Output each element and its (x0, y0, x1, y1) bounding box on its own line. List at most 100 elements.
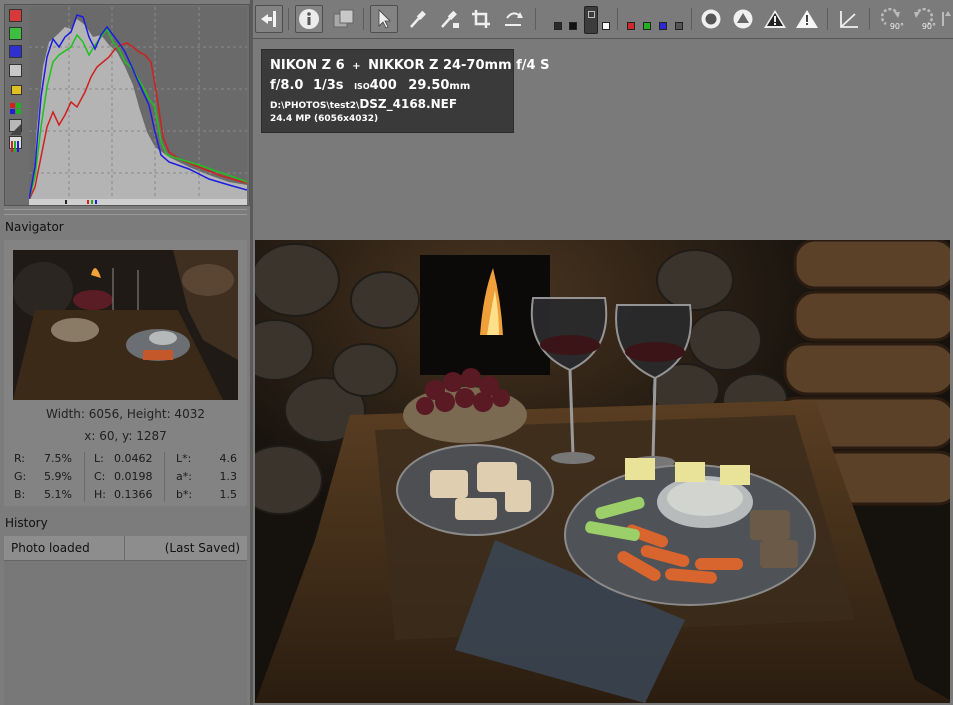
megapixels: 24.4 MP (6056x4032) (270, 114, 379, 124)
r-label: R: (14, 452, 26, 465)
astar-label: a*: (176, 470, 192, 483)
info-toggle-button[interactable] (295, 5, 323, 33)
rotate-right-button[interactable]: 90° (909, 5, 937, 33)
gradient-icon (10, 124, 21, 135)
history-row[interactable]: Photo loaded (Last Saved) (4, 536, 247, 561)
pointer-icon (378, 9, 391, 29)
r-value: 7.5% (44, 452, 72, 465)
navigator-thumbnail[interactable] (13, 250, 238, 400)
raw-histogram-toggle[interactable] (9, 100, 22, 114)
red-channel-toggle[interactable] (9, 9, 22, 22)
toolbar-separator (691, 8, 692, 30)
toolbar-separator (617, 8, 618, 30)
camera-model: NIKON Z 6 (270, 58, 345, 73)
angle-icon (840, 11, 858, 28)
histogram-graph (29, 7, 247, 200)
preview-area[interactable]: NIKON Z 6 + NIKKOR Z 24-70mm f/4 S f/8.0… (253, 39, 953, 705)
straighten-tool-button[interactable] (499, 5, 527, 33)
g-label: G: (14, 470, 27, 483)
toolbar-separator (869, 8, 870, 30)
g-value: 5.9% (44, 470, 72, 483)
highlight-clip-warning-button[interactable] (793, 5, 821, 33)
green-channel-toggle[interactable] (9, 27, 22, 40)
h-value: 0.1366 (114, 488, 153, 501)
focus-mask-button[interactable] (697, 5, 725, 33)
background-grey-swatch[interactable] (584, 6, 598, 34)
toolbar-separator (535, 8, 536, 30)
b-label: B: (14, 488, 26, 501)
history-column-divider (124, 536, 125, 560)
preview-luminance[interactable] (675, 22, 683, 30)
photo-preview[interactable] (255, 240, 950, 703)
bar-display-toggle[interactable] (9, 119, 22, 135)
blue-channel-toggle[interactable] (9, 45, 22, 58)
toolbar-separator (363, 8, 364, 30)
before-after-button[interactable] (329, 5, 357, 33)
column-divider (84, 452, 85, 502)
l-label: L: (94, 452, 104, 465)
focal-unit: mm (449, 81, 471, 92)
shadow-warning-icon (764, 10, 786, 28)
white-balance-picker-button[interactable] (403, 5, 431, 33)
hide-left-panel-button[interactable] (255, 5, 283, 33)
c-value: 0.0198 (114, 470, 153, 483)
highlight-warning-icon (796, 10, 818, 28)
hand-tool-button[interactable] (370, 5, 398, 33)
shadow-clip-warning-button[interactable] (761, 5, 789, 33)
crop-icon (472, 10, 490, 28)
image-dimensions: Width: 6056, Height: 4032 (46, 407, 205, 421)
info-icon (299, 9, 319, 29)
background-black-swatch[interactable] (554, 22, 562, 30)
false-color-icon (733, 9, 753, 29)
file-path: D:\PHOTOS\test2\ (270, 101, 360, 111)
shutter-speed: 1/3s (312, 78, 344, 93)
history-action: Photo loaded (11, 541, 90, 555)
history-panel: Photo loaded (Last Saved) (4, 536, 247, 705)
history-title: History (5, 516, 48, 530)
lens-model: NIKKOR Z 24-70mm f/4 S (368, 58, 550, 73)
histogram-panel (4, 4, 250, 206)
luminance-toggle[interactable] (9, 64, 22, 77)
flip-button[interactable] (941, 5, 953, 33)
straighten-icon (505, 12, 523, 26)
left-panel: Navigator Width: 6056, Height: 4032 x: 6… (0, 0, 251, 705)
raw-icon (10, 103, 21, 114)
rotate-left-button[interactable]: 90° (877, 5, 905, 33)
aperture: f/8.0 (270, 78, 304, 93)
plus-sign: + (352, 61, 361, 72)
bstar-value: 1.5 (219, 488, 238, 501)
preview-red-channel[interactable] (627, 22, 635, 30)
eyedropper-icon (410, 10, 426, 28)
navigator-panel: Width: 6056, Height: 4032 x: 60, y: 1287… (4, 240, 247, 506)
toolbar: 90° 90° (253, 0, 953, 39)
c-label: C: (94, 470, 106, 483)
histogram-scale (29, 199, 247, 205)
l-value: 0.0462 (114, 452, 153, 465)
rotate-left-label: 90° (889, 22, 904, 31)
photo-info-overlay: NIKON Z 6 + NIKKOR Z 24-70mm f/4 S f/8.0… (262, 50, 549, 132)
iso-value: 400 (369, 78, 397, 93)
crop-tool-button[interactable] (467, 5, 495, 33)
cursor-coordinates: x: 60, y: 1287 (84, 429, 167, 443)
histogram-mode-toggle[interactable] (9, 136, 22, 152)
history-status: (Last Saved) (164, 541, 240, 555)
toolbar-separator (288, 8, 289, 30)
preview-green-channel[interactable] (643, 22, 651, 30)
focus-mask-icon (701, 9, 721, 29)
camera-lens-line: NIKON Z 6 + NIKKOR Z 24-70mm f/4 S (270, 58, 549, 73)
background-white-swatch[interactable] (602, 22, 610, 30)
background-dark-swatch[interactable] (569, 22, 577, 30)
exposure-line: f/8.0 1/3s ISO400 29.50mm (270, 78, 470, 93)
before-after-icon (333, 9, 354, 28)
color-picker-button[interactable] (435, 5, 463, 33)
lens-geometry-button[interactable] (835, 5, 863, 33)
preview-blue-channel[interactable] (659, 22, 667, 30)
panel-splitter[interactable] (4, 209, 247, 215)
lstar-label: L*: (176, 452, 192, 465)
file-path-line: D:\PHOTOS\test2\DSZ_4168.NEF (270, 97, 457, 111)
chroma-toggle[interactable] (9, 83, 22, 96)
file-name: DSZ_4168.NEF (359, 97, 458, 111)
astar-value: 1.3 (219, 470, 238, 483)
false-color-button[interactable] (729, 5, 757, 33)
toolbar-separator (827, 8, 828, 30)
